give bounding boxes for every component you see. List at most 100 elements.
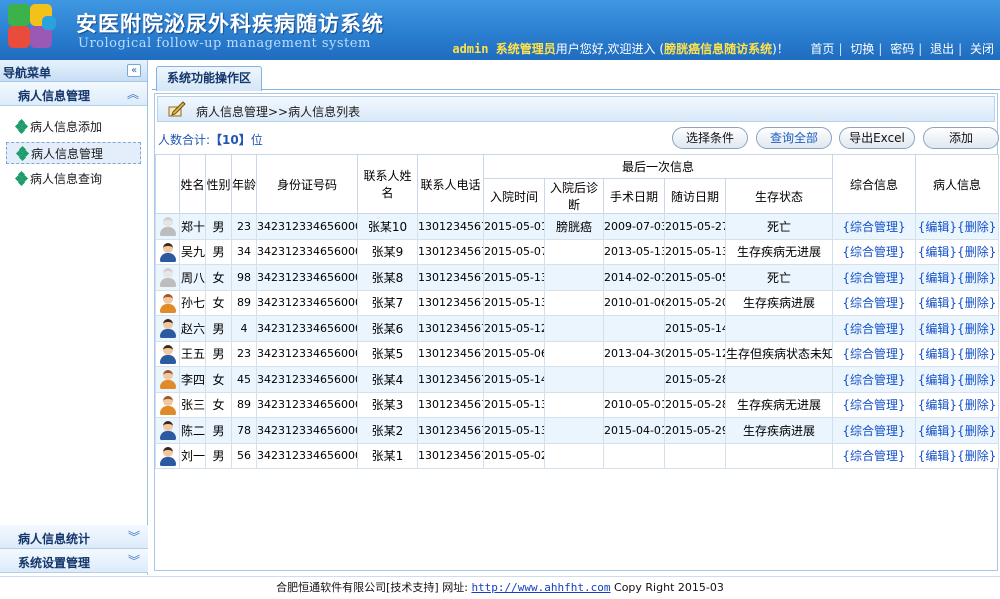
link-label: 删除 (964, 372, 989, 387)
patient-gender: 男 (205, 442, 232, 469)
tab-operation-area[interactable]: 系统功能操作区 (156, 66, 263, 91)
patient-name: 刘一 (179, 442, 206, 469)
edit-link[interactable]: {编辑} (918, 296, 957, 310)
footer-website-link[interactable]: http://www.ahhfht.com (471, 581, 610, 594)
edit-link[interactable]: {编辑} (918, 322, 957, 336)
comprehensive-cell: {综合管理} (832, 366, 917, 393)
edit-link[interactable]: {编辑} (918, 373, 957, 387)
nav-close-link[interactable]: 关闭 (970, 42, 994, 56)
nav-switch-link[interactable]: 切换 (850, 42, 874, 56)
edit-link[interactable]: {编辑} (918, 220, 957, 234)
nav-password-link[interactable]: 密码 (890, 42, 914, 56)
admit-date: 2015-05-13 (483, 289, 545, 316)
contact-phone: 13012345678 (417, 213, 484, 240)
breadcrumb-text: 病人信息管理>>病人信息列表 (196, 105, 361, 119)
col-avatar (155, 154, 180, 214)
nav-home-link[interactable]: 首页 (810, 42, 834, 56)
delete-link[interactable]: {删除} (957, 220, 996, 234)
patient-name: 李四 (179, 366, 206, 393)
table-row: 周八女98342312334656000990张某813012345678201… (155, 264, 1000, 291)
edit-link[interactable]: {编辑} (918, 347, 957, 361)
patient-actions-cell: {编辑}{删除} (915, 442, 1000, 469)
comprehensive-manage-link[interactable]: {综合管理} (842, 220, 905, 234)
delete-link[interactable]: {删除} (957, 373, 996, 387)
surgery-date (603, 315, 665, 342)
table-row: 刘一男56342312334656000990张某113012345678201… (155, 442, 1000, 469)
collapse-sidebar-icon[interactable]: « (127, 64, 141, 77)
nav-logout-link[interactable]: 退出 (930, 42, 954, 56)
comprehensive-manage-link[interactable]: {综合管理} (842, 398, 905, 412)
delete-link[interactable]: {删除} (957, 322, 996, 336)
footer-company: 合肥恒通软件有限公司[技术支持] 网址: (276, 581, 468, 594)
comprehensive-manage-link[interactable]: {综合管理} (842, 449, 905, 463)
delete-link[interactable]: {删除} (957, 245, 996, 259)
add-patient-button[interactable]: 添加 (923, 127, 999, 149)
survival-status: 生存疾病无进展 (724, 238, 834, 265)
patient-age: 89 (231, 289, 257, 316)
edit-link[interactable]: {编辑} (918, 424, 957, 438)
link-label: 删除 (964, 423, 989, 438)
query-all-button[interactable]: 查询全部 (756, 127, 832, 149)
followup-date: 2015-05-20 (664, 289, 726, 316)
delete-link[interactable]: {删除} (957, 424, 996, 438)
link-label: 综合管理 (850, 347, 899, 362)
patient-gender: 女 (205, 391, 232, 418)
delete-link[interactable]: {删除} (957, 347, 996, 361)
col-group-last-info: 最后一次信息 (482, 154, 834, 179)
comprehensive-manage-link[interactable]: {综合管理} (842, 424, 905, 438)
main-area: 系统功能操作区 病人信息管理>>病人信息列表 人数合计:【10】位 选择条件 查… (152, 60, 1000, 575)
edit-link[interactable]: {编辑} (918, 398, 957, 412)
comprehensive-manage-link[interactable]: {综合管理} (842, 296, 905, 310)
filter-conditions-button[interactable]: 选择条件 (672, 127, 748, 149)
comprehensive-manage-link[interactable]: {综合管理} (842, 271, 905, 285)
survival-status: 生存但疾病状态未知 (724, 340, 834, 367)
sidebar-item-add-patient[interactable]: 病人信息添加 (6, 116, 141, 138)
link-label: 编辑 (925, 449, 950, 464)
sidebar-item-label: 病人信息查询 (30, 172, 103, 186)
followup-date: 2015-05-28 (664, 366, 726, 393)
male-avatar-icon (159, 242, 177, 262)
delete-link[interactable]: {删除} (957, 271, 996, 285)
col-admit-date: 入院时间 (483, 178, 545, 214)
sidebar-section-label: 病人信息统计 (18, 532, 91, 546)
col-patient-info: 病人信息 (915, 154, 1000, 214)
admit-date: 2015-05-07 (483, 238, 545, 265)
comprehensive-manage-link[interactable]: {综合管理} (842, 245, 905, 259)
edit-link[interactable]: {编辑} (918, 271, 957, 285)
export-excel-button[interactable]: 导出Excel (839, 127, 915, 149)
comprehensive-cell: {综合管理} (832, 442, 917, 469)
comprehensive-manage-link[interactable]: {综合管理} (842, 347, 905, 361)
patient-name: 赵六 (179, 315, 206, 342)
contact-phone: 13012345678 (417, 315, 484, 342)
diagnosis (544, 340, 604, 367)
delete-link[interactable]: {删除} (957, 449, 996, 463)
link-label: 综合管理 (850, 449, 899, 464)
admit-date: 2015-05-13 (483, 264, 545, 291)
col-surgery-date: 手术日期 (603, 178, 665, 214)
diagnosis: 膀胱癌 (544, 213, 604, 240)
puzzle-logo-icon (8, 4, 64, 56)
patient-gender: 男 (205, 340, 232, 367)
sidebar-section-patient-management[interactable]: 病人信息管理 ︽ (0, 82, 147, 106)
patient-actions-cell: {编辑}{删除} (915, 391, 1000, 418)
sidebar-item-manage-patient[interactable]: 病人信息管理 (6, 142, 141, 164)
col-age: 年龄 (231, 154, 257, 214)
sidebar-section-settings[interactable]: 系统设置管理 ︾ (0, 549, 148, 573)
comprehensive-manage-link[interactable]: {综合管理} (842, 322, 905, 336)
delete-link[interactable]: {删除} (957, 296, 996, 310)
patient-actions-cell: {编辑}{删除} (915, 417, 1000, 444)
patient-name: 张三 (179, 391, 206, 418)
col-followup-date: 随访日期 (664, 178, 726, 214)
sidebar-section-statistics[interactable]: 病人信息统计 ︾ (0, 525, 148, 549)
delete-link[interactable]: {删除} (957, 398, 996, 412)
followup-date (664, 442, 726, 469)
patient-age: 34 (231, 238, 257, 265)
male-avatar-icon (159, 318, 177, 339)
contact-name: 张某6 (357, 315, 418, 342)
edit-link[interactable]: {编辑} (918, 449, 957, 463)
sidebar-item-query-patient[interactable]: 病人信息查询 (6, 168, 141, 190)
comprehensive-manage-link[interactable]: {综合管理} (842, 373, 905, 387)
edit-link[interactable]: {编辑} (918, 245, 957, 259)
sidebar-item-label: 病人信息管理 (31, 147, 104, 161)
link-label: 删除 (964, 449, 989, 464)
